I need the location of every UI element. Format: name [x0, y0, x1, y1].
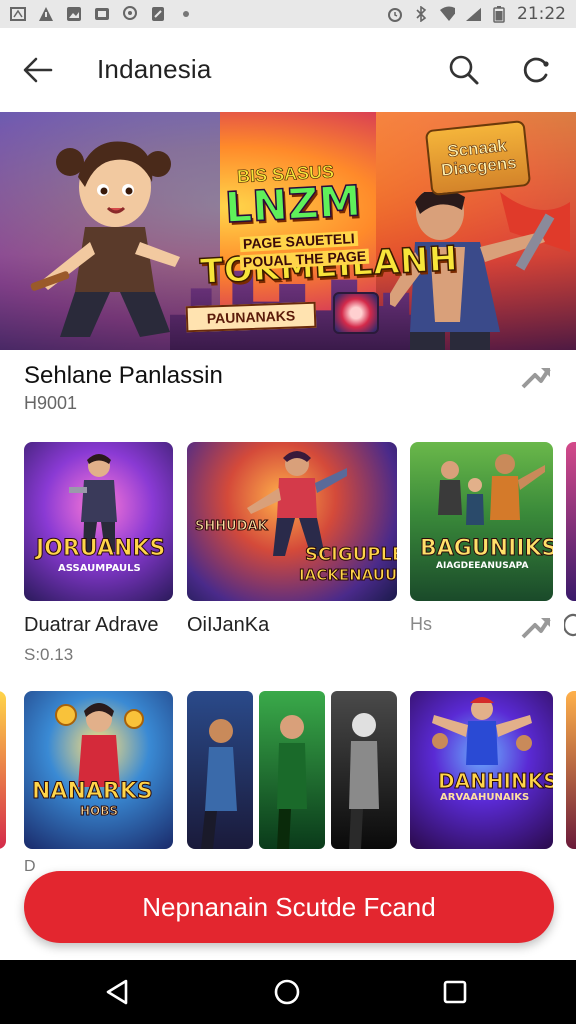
game-card-1-logo-sub: ASSAUMPAULS [58, 563, 141, 574]
featured-banner[interactable]: TOKMEILANH BIS SASUS LNZM PAGE SAUETELI … [0, 112, 576, 350]
notification-icon [10, 6, 26, 22]
section-subtitle: H9001 [24, 393, 78, 413]
status-time: 21:22 [517, 4, 566, 24]
primary-action-button[interactable]: Nepnanain Scutde Fcand [24, 871, 554, 943]
game-card-3-logo-top: BAGUNIIKS [419, 536, 553, 561]
search-icon [449, 55, 479, 85]
app-bar: Indanesia [0, 28, 576, 112]
refresh-button[interactable] [516, 50, 556, 90]
arrow-left-icon [23, 57, 53, 83]
game-card-7-heroes-illustration [432, 697, 532, 765]
banner-emblem-icon [333, 292, 379, 334]
game-card-6[interactable] [187, 691, 397, 849]
section-more-button[interactable] [519, 362, 553, 392]
signal-icon [465, 6, 481, 22]
square-recents-icon [443, 980, 467, 1004]
game-card-3-logo-sub: AIAGDEEANUSAPA [436, 561, 529, 571]
game-card-2-title: OiIJanKa [187, 614, 270, 636]
banner-ribbon: PAUNANAKS [185, 301, 317, 333]
arrow-up-right-icon [521, 617, 551, 639]
alarm-icon [387, 6, 403, 22]
back-button[interactable] [18, 52, 58, 88]
circle-home-icon [274, 979, 300, 1005]
section-title: Sehlane Panlassin [24, 362, 223, 389]
bluetooth-icon [413, 6, 429, 22]
banner-coin-burst [160, 347, 220, 350]
row1-peek-glyph [564, 612, 576, 638]
game-card-3[interactable]: BAGUNIIKS AIAGDEEANUSAPA [410, 442, 553, 601]
banner-ribbon-text: PAUNANAKS [206, 307, 296, 327]
game-card-6-panel-2 [259, 691, 325, 849]
game-card-5[interactable]: NANARKS HOBS [24, 691, 173, 849]
refresh-icon [523, 57, 549, 83]
mail-icon [94, 6, 110, 22]
game-card-2[interactable]: SHHUDAK SCIGUPLE IACKENAUUN [187, 442, 397, 601]
game-card-6-panel-1-figure [201, 719, 237, 849]
triangle-back-icon [106, 979, 128, 1005]
image-icon [66, 6, 82, 22]
game-card-7[interactable]: DANHINKS ARVAAHUNAIKS [410, 691, 553, 849]
location-icon [122, 6, 138, 22]
game-card-5-logo-top: NANARKS [32, 779, 154, 804]
system-nav-bar [0, 960, 576, 1024]
battery-icon [491, 6, 507, 23]
dot-icon [178, 6, 194, 22]
nav-home-button[interactable] [267, 974, 307, 1010]
search-button[interactable] [444, 50, 484, 90]
row2-card-peek-left[interactable] [0, 691, 6, 849]
game-card-6-panel-2-figure [277, 715, 307, 849]
banner-hero-girl-illustration [30, 141, 180, 337]
game-card-5-logo-sub: HOBS [79, 804, 119, 818]
c-glyph-icon [564, 613, 576, 637]
game-card-6-panel-3 [331, 691, 397, 849]
clipboard-icon [150, 6, 166, 22]
game-card-3-title: Hs [410, 614, 432, 634]
game-card-1-logo-top: JORUANKS [35, 536, 166, 561]
game-card-3-heroes-illustration [438, 454, 545, 525]
game-card-1[interactable]: JORUANKS ASSAUMPAULS [24, 442, 173, 601]
game-card-1-meta: S:0.13 [24, 645, 74, 664]
banner-badge: Scnaak Diacgens [424, 119, 532, 197]
game-card-2-logo-mid: SCIGUPLE [304, 544, 397, 565]
game-card-1-title: Duatrar Adrave [24, 614, 159, 636]
game-card-2-hero-illustration [247, 451, 347, 556]
game-card-4-peek[interactable] [566, 442, 576, 601]
arrow-up-right-icon [521, 367, 551, 389]
game-card-2-logo-top: SHHUDAK [195, 519, 269, 534]
wifi-icon [439, 6, 455, 22]
game-card-6-panel-3-figure [349, 713, 379, 849]
game-card-6-panel-1 [187, 691, 253, 849]
primary-action-label: Nepnanain Scutde Fcand [142, 891, 436, 922]
row2-peek-label: D [24, 858, 36, 875]
row1-more-button[interactable] [519, 612, 553, 642]
nav-back-button[interactable] [97, 974, 137, 1010]
game-card-2-logo-bottom: IACKENAUUN [299, 566, 397, 584]
game-card-7-logo-top: DANHINKS [438, 769, 553, 793]
game-card-8-peek[interactable] [566, 691, 576, 849]
status-bar: 21:22 [0, 0, 576, 28]
page-title: Indanesia [97, 54, 212, 84]
game-card-7-logo-sub: ARVAAHUNAIKS [440, 792, 530, 803]
warning-icon [38, 6, 54, 22]
nav-recents-button[interactable] [435, 974, 475, 1010]
